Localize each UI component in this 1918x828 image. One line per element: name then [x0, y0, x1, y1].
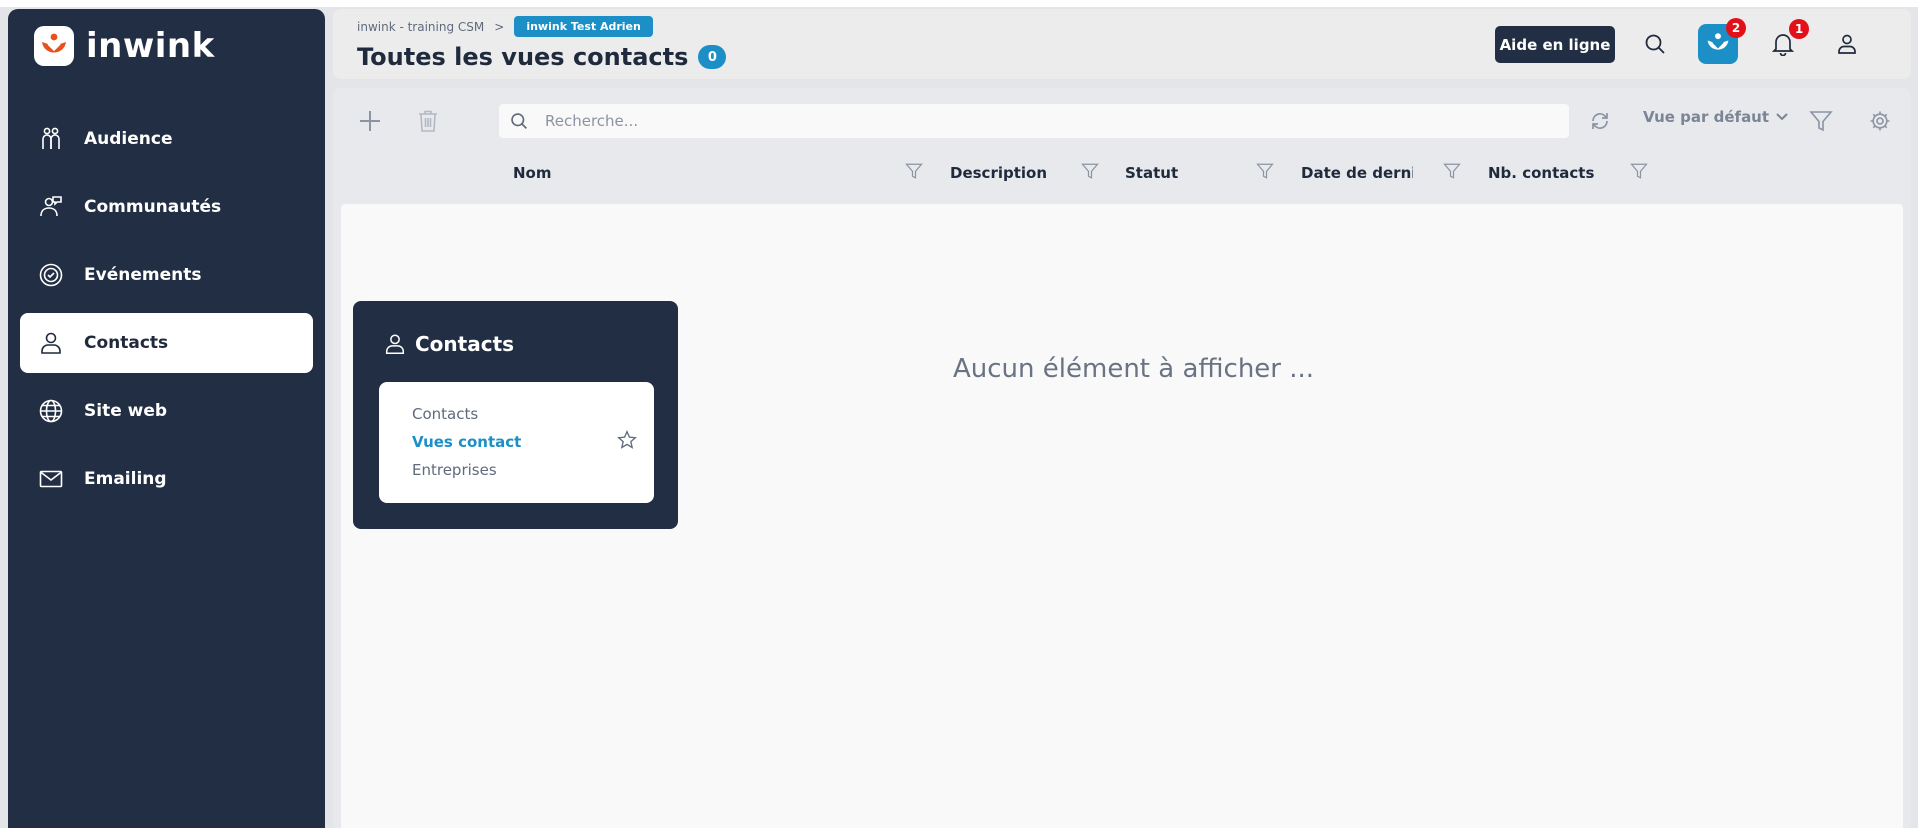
events-icon: [36, 260, 66, 290]
delete-button[interactable]: [411, 104, 445, 138]
filter-icon: [1256, 163, 1274, 179]
header-search-button[interactable]: [1635, 24, 1675, 64]
inwink-app-icon: [1707, 33, 1729, 50]
filter-icon: [1630, 163, 1648, 179]
notifications-button[interactable]: 1: [1763, 19, 1809, 64]
plus-icon: [360, 111, 380, 131]
column-header-nb-contacts[interactable]: Nb. contacts: [1488, 164, 1594, 182]
contact-user-icon: [36, 328, 66, 358]
submenu-item-contacts[interactable]: Contacts: [412, 405, 478, 423]
filter-icon: [1809, 111, 1833, 132]
flyout-submenu: Contacts Vues contact Entreprises: [379, 382, 654, 503]
column-header-date[interactable]: Date de derniè: [1301, 164, 1413, 182]
filter-icon: [905, 163, 923, 179]
submenu-item-entreprises[interactable]: Entreprises: [412, 461, 497, 479]
sidebar: inwink Audience Communautés Evénements C…: [8, 9, 325, 828]
trash-icon: [419, 110, 437, 132]
page-title-text: Toutes les vues contacts: [357, 43, 689, 71]
flyout-title-text: Contacts: [415, 332, 515, 356]
column-header-nom[interactable]: Nom: [513, 164, 552, 182]
filter-button[interactable]: [1804, 104, 1838, 138]
count-badge: 0: [698, 45, 727, 69]
sidebar-item-label: Site web: [84, 401, 168, 421]
search-icon: [1645, 34, 1665, 54]
search-icon: [499, 112, 539, 130]
sidebar-item-communautes[interactable]: Communautés: [20, 177, 313, 237]
help-button[interactable]: Aide en ligne: [1495, 26, 1615, 63]
sidebar-item-label: Evénements: [84, 265, 202, 285]
view-selector-label: Vue par défaut: [1643, 108, 1770, 126]
chevron-down-icon: [1776, 113, 1788, 121]
filter-icon: [1443, 163, 1461, 179]
column-filter-statut[interactable]: [1256, 162, 1274, 184]
inwink-logo-icon: [34, 26, 74, 66]
search-box: [499, 104, 1569, 138]
envelope-icon: [36, 464, 66, 494]
sidebar-item-label: Communautés: [84, 197, 222, 217]
toolbar: Vue par défaut: [333, 88, 1911, 154]
bell-notification-badge: 1: [1789, 19, 1809, 39]
sidebar-item-evenements[interactable]: Evénements: [20, 245, 313, 305]
sidebar-item-emailing[interactable]: Emailing: [20, 449, 313, 509]
sidebar-item-label: Emailing: [84, 469, 167, 489]
sidebar-nav: Audience Communautés Evénements Contacts…: [20, 109, 313, 517]
app-notification-badge: 2: [1726, 18, 1746, 38]
filter-icon: [1081, 163, 1099, 179]
sidebar-item-label: Contacts: [84, 333, 169, 353]
contact-user-icon: [385, 334, 405, 354]
star-icon: [617, 430, 637, 449]
search-input[interactable]: [545, 112, 1525, 130]
brand-logo[interactable]: inwink: [34, 25, 215, 67]
column-filter-nb-contacts[interactable]: [1630, 162, 1648, 184]
column-filter-date[interactable]: [1443, 162, 1461, 184]
page-header: inwink - training CSM > inwink Test Adri…: [333, 9, 1911, 79]
brand-name: inwink: [86, 26, 215, 66]
column-filter-description[interactable]: [1081, 162, 1099, 184]
flyout-title: Contacts: [383, 331, 514, 357]
column-filter-nom[interactable]: [905, 162, 923, 184]
breadcrumb-separator: >: [494, 19, 505, 34]
gear-icon: [1870, 111, 1890, 131]
audience-icon: [36, 124, 66, 154]
view-selector[interactable]: Vue par défaut: [1643, 108, 1789, 126]
globe-icon: [36, 396, 66, 426]
column-header-description[interactable]: Description: [950, 164, 1047, 182]
table-header: Nom Description Statut Date de derniè Nb…: [333, 154, 1911, 194]
refresh-button[interactable]: [1583, 104, 1617, 138]
sidebar-item-site-web[interactable]: Site web: [20, 381, 313, 441]
page-title: Toutes les vues contacts 0: [357, 43, 727, 71]
column-header-statut[interactable]: Statut: [1125, 164, 1178, 182]
window-top-edge: [0, 0, 1918, 7]
community-icon: [36, 192, 66, 222]
settings-button[interactable]: [1863, 104, 1897, 138]
sidebar-item-audience[interactable]: Audience: [20, 109, 313, 169]
refresh-icon: [1592, 113, 1608, 129]
submenu-item-vues-contact[interactable]: Vues contact: [412, 433, 521, 451]
contacts-flyout-menu: Contacts Contacts Vues contact Entrepris…: [353, 301, 678, 529]
breadcrumb-current[interactable]: inwink Test Adrien: [514, 16, 653, 37]
favorite-star-button[interactable]: [617, 430, 637, 454]
breadcrumb: inwink - training CSM > inwink Test Adri…: [357, 16, 653, 37]
sidebar-item-label: Audience: [84, 129, 173, 149]
app-switcher-button[interactable]: 2: [1698, 18, 1746, 64]
breadcrumb-parent[interactable]: inwink - training CSM: [357, 20, 484, 34]
empty-state-message: Aucun élément à afficher ...: [953, 354, 1315, 384]
sidebar-item-contacts[interactable]: Contacts: [20, 313, 313, 373]
add-button[interactable]: [353, 104, 387, 138]
user-icon: [1838, 34, 1856, 54]
user-menu-button[interactable]: [1827, 24, 1867, 64]
